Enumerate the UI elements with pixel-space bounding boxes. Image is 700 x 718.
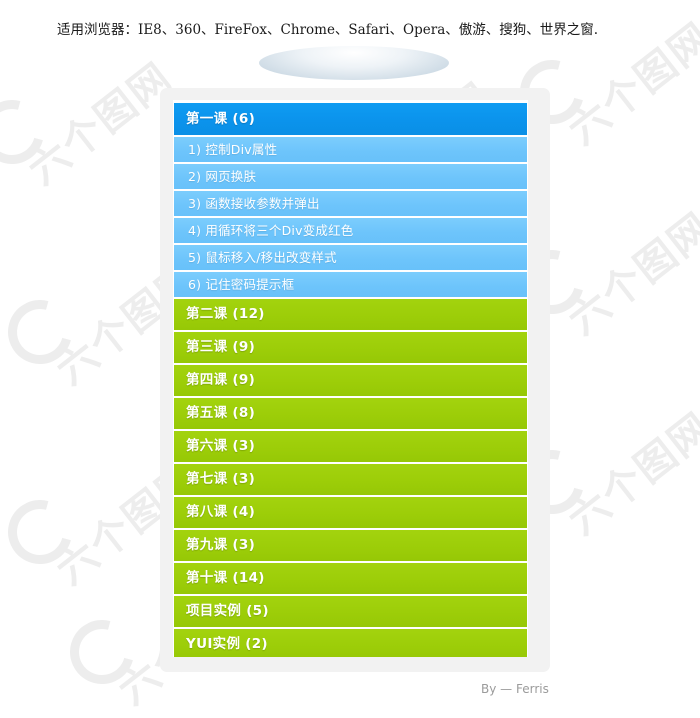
lesson-group-header[interactable]: 项目实例 (5) bbox=[174, 596, 527, 627]
lesson-group: 第八课 (4) bbox=[174, 497, 527, 528]
lesson-group-header[interactable]: 第八课 (4) bbox=[174, 497, 527, 528]
lesson-group-header[interactable]: 第五课 (8) bbox=[174, 398, 527, 429]
lesson-group: 第四课 (9) bbox=[174, 365, 527, 396]
lesson-group-header[interactable]: 第六课 (3) bbox=[174, 431, 527, 462]
lesson-sub-item[interactable]: 3) 函数接收参数并弹出 bbox=[174, 191, 527, 216]
lesson-group: YUI实例 (2) bbox=[174, 629, 527, 657]
author-credit: By — Ferris bbox=[481, 682, 549, 696]
lesson-group: 第六课 (3) bbox=[174, 431, 527, 462]
lesson-group-header[interactable]: 第一课 (6) bbox=[174, 103, 527, 135]
lesson-group: 第二课 (12) bbox=[174, 299, 527, 330]
lesson-group: 第七课 (3) bbox=[174, 464, 527, 495]
lesson-sub-item[interactable]: 6) 记住密码提示框 bbox=[174, 272, 527, 297]
lesson-group-header[interactable]: 第四课 (9) bbox=[174, 365, 527, 396]
lesson-sub-item[interactable]: 2) 网页换肤 bbox=[174, 164, 527, 189]
lesson-group: 第三课 (9) bbox=[174, 332, 527, 363]
browser-compatibility-note: 适用浏览器：IE8、360、FireFox、Chrome、Safari、Oper… bbox=[57, 22, 599, 38]
lesson-group: 第十课 (14) bbox=[174, 563, 527, 594]
lesson-group: 第九课 (3) bbox=[174, 530, 527, 561]
lesson-list: 第一课 (6) 1) 控制Div属性 2) 网页换肤 3) 函数接收参数并弹出 4) 用… bbox=[174, 103, 527, 657]
lesson-group-header[interactable]: 第十课 (14) bbox=[174, 563, 527, 594]
decorative-ellipse bbox=[259, 46, 449, 80]
lesson-group-header[interactable]: 第七课 (3) bbox=[174, 464, 527, 495]
accordion-panel: 第一课 (6) 1) 控制Div属性 2) 网页换肤 3) 函数接收参数并弹出 4) 用… bbox=[173, 100, 528, 657]
lesson-group: 第一课 (6) 1) 控制Div属性 2) 网页换肤 3) 函数接收参数并弹出 4) 用… bbox=[174, 103, 527, 297]
lesson-sub-item[interactable]: 1) 控制Div属性 bbox=[174, 137, 527, 162]
lesson-group: 项目实例 (5) bbox=[174, 596, 527, 627]
lesson-group-header[interactable]: 第二课 (12) bbox=[174, 299, 527, 330]
accordion-shell: 第一课 (6) 1) 控制Div属性 2) 网页换肤 3) 函数接收参数并弹出 4) 用… bbox=[160, 88, 550, 672]
lesson-group-header[interactable]: 第九课 (3) bbox=[174, 530, 527, 561]
lesson-group-header[interactable]: 第三课 (9) bbox=[174, 332, 527, 363]
lesson-group-header[interactable]: YUI实例 (2) bbox=[174, 629, 527, 657]
lesson-sub-item[interactable]: 5) 鼠标移入/移出改变样式 bbox=[174, 245, 527, 270]
lesson-sub-item[interactable]: 4) 用循环将三个Div变成红色 bbox=[174, 218, 527, 243]
lesson-group: 第五课 (8) bbox=[174, 398, 527, 429]
lesson-sub-list: 1) 控制Div属性 2) 网页换肤 3) 函数接收参数并弹出 4) 用循环将三个Di… bbox=[174, 137, 527, 297]
